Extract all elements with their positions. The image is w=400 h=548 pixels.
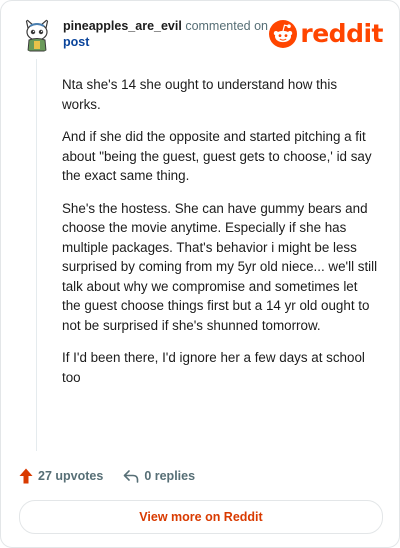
comment-paragraph: Nta she's 14 she ought to understand how… bbox=[62, 77, 338, 112]
upvote-button[interactable]: 27 upvotes bbox=[19, 468, 103, 484]
reddit-logo[interactable]: reddit bbox=[269, 19, 383, 49]
commented-on-text: commented on bbox=[185, 19, 268, 33]
reply-arrow-icon bbox=[124, 470, 139, 483]
replies-button[interactable]: 0 replies bbox=[123, 469, 195, 483]
view-more-button[interactable]: View more on Reddit bbox=[19, 500, 383, 534]
comment-embed-card: pineapples_are_evil commented on post re… bbox=[0, 0, 400, 548]
thread-line bbox=[36, 59, 37, 451]
author-line: pineapples_are_evil commented on bbox=[63, 19, 283, 34]
snoo-avatar-icon[interactable] bbox=[19, 17, 55, 53]
comment-body: Nta she's 14 she ought to understand how… bbox=[62, 75, 378, 400]
reddit-snoo-icon bbox=[269, 20, 298, 48]
reply-count: 0 replies bbox=[144, 469, 196, 483]
reddit-wordmark: reddit bbox=[300, 19, 383, 48]
upvote-count: 27 upvotes bbox=[38, 469, 104, 483]
comment-actions: 27 upvotes 0 replies bbox=[19, 465, 195, 487]
comment-paragraph: She's the hostess. She can have gummy be… bbox=[62, 200, 378, 333]
comment-paragraph: And if she did the opposite and started … bbox=[62, 129, 372, 183]
comment-header: pineapples_are_evil commented on post re… bbox=[19, 15, 383, 55]
post-link[interactable]: post bbox=[63, 35, 89, 50]
username-link[interactable]: pineapples_are_evil bbox=[63, 19, 182, 33]
comment-paragraph: If I'd been there, I'd ignore her a few … bbox=[62, 350, 365, 385]
upvote-arrow-icon bbox=[19, 468, 33, 484]
